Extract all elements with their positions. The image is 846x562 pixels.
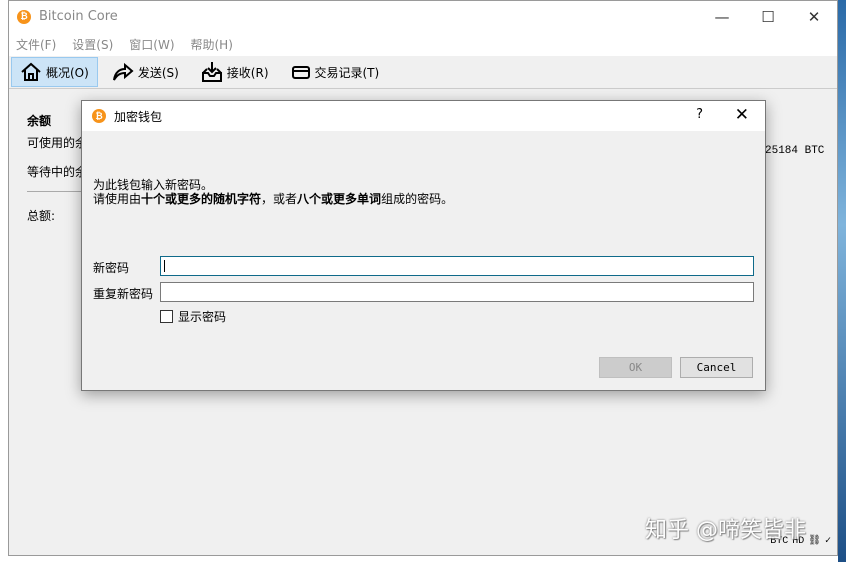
instruction-text: 为此钱包输入新密码。 请使用由十个或更多的随机字符，或者八个或更多单词组成的密码… [93,178,453,206]
text: 请使用由 [93,192,142,206]
maximize-button[interactable]: ☐ [745,1,791,32]
instruction-line1: 为此钱包输入新密码。 [93,178,214,192]
ok-button[interactable]: OK [599,357,672,378]
bitcoin-logo-icon: ₿ [17,9,31,24]
network-icon: ⛓ [808,536,821,547]
balance-amount: 25184 BTC [765,145,825,157]
menu-window[interactable]: 窗口(W) [129,36,174,53]
title-bar: ₿ Bitcoin Core — ☐ ✕ [9,1,837,32]
minimize-button[interactable]: — [699,1,745,32]
text-caret [164,260,165,272]
dialog-title: 加密钱包 [114,109,163,124]
tab-label: 发送(S) [137,65,179,80]
help-button[interactable]: ? [696,107,703,122]
total-label: 总额: [27,209,56,223]
watermark: 知乎 @啼笑皆非 [645,518,806,543]
receive-inbox-icon [201,62,222,82]
divider [27,191,87,192]
balance-heading: 余额 [27,114,52,128]
bold-text: 八个或更多单词 [297,192,382,206]
available-label: 可使用的余 [27,136,88,150]
menu-bar: 文件(F) 设置(S) 窗口(W) 帮助(H) [9,32,837,56]
new-password-input[interactable] [160,256,754,276]
home-icon [21,62,41,81]
toolbar: 概况(O) 发送(S) 接收(R) 交易记录(T) [9,56,837,89]
tab-label: 接收(R) [226,65,269,80]
checkbox-box[interactable] [160,310,173,323]
pending-label: 等待中的余 [27,165,88,179]
new-password-label: 新密码 [93,261,130,275]
text: 组成的密码。 [381,192,454,206]
menu-settings[interactable]: 设置(S) [72,36,113,53]
tab-send[interactable]: 发送(S) [104,57,187,87]
tab-transactions[interactable]: 交易记录(T) [283,57,388,87]
repeat-password-input[interactable] [160,282,754,302]
window-title: Bitcoin Core [39,9,118,24]
dialog-title-bar: ₿ 加密钱包 ? ✕ [82,101,765,131]
card-icon [291,66,310,79]
bitcoin-logo-icon: ₿ [92,109,106,123]
menu-help[interactable]: 帮助(H) [191,36,233,53]
instruction-line2: 请使用由十个或更多的随机字符，或者八个或更多单词组成的密码。 [93,192,453,206]
close-window-button[interactable]: ✕ [791,1,837,32]
menu-file[interactable]: 文件(F) [16,36,56,53]
bold-text: 十个或更多的随机字符 [141,192,262,206]
show-password-label: 显示密码 [178,310,227,324]
text: ，或者 [261,192,298,206]
repeat-password-label: 重复新密码 [93,287,154,301]
desktop-background [838,0,846,562]
tab-receive[interactable]: 接收(R) [193,57,277,87]
sync-check-icon: ✓ [824,536,831,547]
send-arrow-icon [112,62,134,81]
tab-overview[interactable]: 概况(O) [11,57,98,87]
tab-label: 交易记录(T) [314,65,380,80]
show-password-checkbox[interactable]: 显示密码 [160,308,226,325]
tab-label: 概况(O) [46,65,89,80]
cancel-button[interactable]: Cancel [680,357,753,378]
encrypt-wallet-dialog: ₿ 加密钱包 ? ✕ 为此钱包输入新密码。 请使用由十个或更多的随机字符，或者八… [81,100,766,391]
close-dialog-button[interactable]: ✕ [735,105,749,125]
